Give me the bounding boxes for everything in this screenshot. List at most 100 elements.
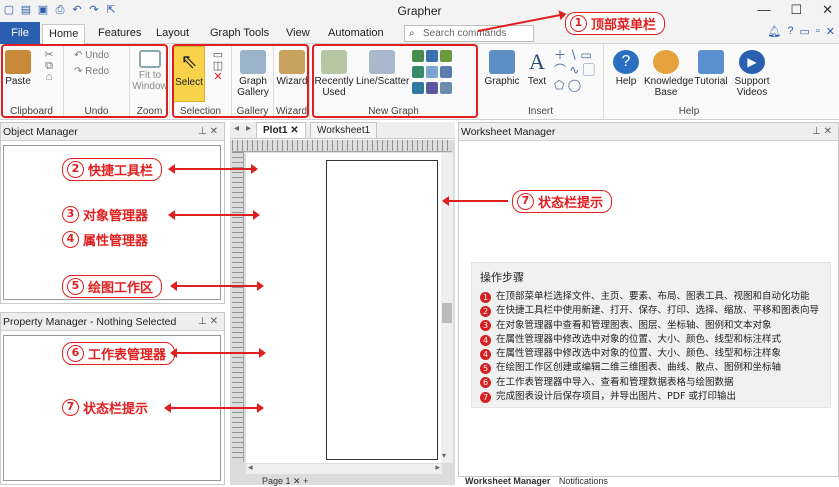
step-text: 在绘图工作区创建或编辑二维三维图表、曲线、散点、图例和坐标轴 xyxy=(496,362,782,374)
horizontal-ruler xyxy=(232,140,452,152)
curve-icon[interactable]: ∿ xyxy=(569,63,579,77)
step-item: 5 在绘图工作区创建或编辑二维三维图表、曲线、散点、图例和坐标轴 xyxy=(480,361,822,375)
step-text: 在快捷工具栏中使用新建、打开、保存、打印、选择、缩放、平移和图表向导 xyxy=(496,305,820,317)
insert-group-label: Insert xyxy=(527,106,553,117)
knowledge-base-button[interactable]: Knowledge Base xyxy=(644,50,693,98)
line-icon[interactable]: ∖ xyxy=(569,48,577,62)
tutorial-label: Tutorial xyxy=(694,76,728,87)
book-icon xyxy=(698,50,724,74)
tab-scroll-right-icon[interactable]: ▸ xyxy=(246,123,251,134)
callout-6-num: 6 xyxy=(67,345,84,362)
callout-7a: 7 状态栏提示 xyxy=(62,398,148,417)
ribbon-minimize-icon[interactable]: ▭ xyxy=(799,25,809,38)
scrollbar-thumb[interactable] xyxy=(442,303,452,323)
title-bar: ▢ ▤ ▣ ⎙ ↶ ↷ ⇱ Grapher — ☐ ✕ xyxy=(0,0,839,22)
step-num: 3 xyxy=(480,320,491,332)
close-doc-icon[interactable]: ✕ xyxy=(826,25,835,38)
help-button[interactable]: ? Help xyxy=(610,50,642,87)
steps-box: 操作步骤 1 在顶部菜单栏选择文件、主页、要素、布局、图表工具、视图和自动化功能 … xyxy=(471,262,831,408)
question-icon: ? xyxy=(613,50,639,74)
tab-graph-tools[interactable]: Graph Tools xyxy=(204,24,275,44)
tab-home[interactable]: Home xyxy=(42,24,86,44)
callout-5-text: 绘图工作区 xyxy=(88,281,154,296)
step-num: 5 xyxy=(480,363,491,375)
highlight-quick-toolbar-mid xyxy=(172,44,309,118)
tab-automation[interactable]: Automation xyxy=(322,24,390,44)
callout-7b-text: 状态栏提示 xyxy=(538,196,604,211)
tutorial-button[interactable]: Tutorial xyxy=(692,50,730,87)
tab-plot1[interactable]: Plot1 ✕ xyxy=(256,122,306,138)
restore-icon[interactable]: ▫ xyxy=(816,25,820,38)
callout-2: 2 快捷工具栏 xyxy=(62,158,163,181)
callout-4-num: 4 xyxy=(62,231,79,248)
plus-icon[interactable]: ＋ xyxy=(554,48,566,62)
callout-1-pill: 1 顶部菜单栏 xyxy=(565,12,666,35)
callout-7b-num: 7 xyxy=(517,193,534,210)
shape-icons: ＋ ∖ ▭ ⌒ ∿ ▢ ⬠ ◯ xyxy=(554,48,600,93)
callout-6-text: 工作表管理器 xyxy=(88,348,167,363)
tab-layout[interactable]: Layout xyxy=(150,24,195,44)
graphic-label: Graphic xyxy=(484,76,520,87)
object-manager-header: Object Manager ⊥ ✕ xyxy=(1,123,224,141)
callout-2-pill: 2 快捷工具栏 xyxy=(62,158,163,181)
window-controls: — ☐ ✕ xyxy=(757,2,833,18)
step-num: 2 xyxy=(480,305,491,317)
highlight-new-graph xyxy=(312,44,478,118)
minimize-button[interactable]: — xyxy=(757,2,770,18)
step-item: 7 完成图表设计后保存项目，并导出图片、PDF 或打印输出 xyxy=(480,390,822,404)
polyline-icon[interactable]: ⌒ xyxy=(554,63,566,77)
step-item: 2 在快捷工具栏中使用新建、打开、保存、打印、选择、缩放、平移和图表向导 xyxy=(480,304,822,318)
help-group-label: Help xyxy=(678,106,700,117)
text-label: Text xyxy=(527,76,547,87)
close-button[interactable]: ✕ xyxy=(822,2,833,18)
step-item: 3 在对象管理器中查看和管理图表、图层、坐标轴、图例和文本对象 xyxy=(480,319,822,333)
rect-icon[interactable]: ▭ xyxy=(580,48,591,62)
scroll-down-icon[interactable]: ▾ xyxy=(442,451,446,460)
page-tab[interactable]: Page 1 ✕ + xyxy=(262,476,308,487)
scroll-right-icon[interactable]: ▸ xyxy=(435,462,440,473)
step-text: 在工作表管理器中导入、查看和管理数据表格与绘图数据 xyxy=(496,376,734,388)
search-placeholder: Search commands xyxy=(423,28,507,39)
tab-worksheet1[interactable]: Worksheet1 xyxy=(310,122,378,138)
pin-close-icon[interactable]: ⊥ ✕ xyxy=(198,313,218,331)
callout-1: 1 顶部菜单栏 xyxy=(565,12,666,35)
search-input[interactable]: ⌕ Search commands xyxy=(404,25,534,42)
scroll-left-icon[interactable]: ◂ xyxy=(248,462,253,473)
step-item: 4 在属性管理器中修改选中对象的位置、大小、颜色、线型和标注样象 xyxy=(480,347,822,361)
help-icon[interactable]: ? xyxy=(787,25,793,38)
callout-2-text: 快捷工具栏 xyxy=(88,164,154,179)
callout-6: 6 工作表管理器 xyxy=(62,342,176,365)
tab-scroll-left-icon[interactable]: ◂ xyxy=(234,123,239,134)
step-num: 6 xyxy=(480,377,491,389)
step-item: 6 在工作表管理器中导入、查看和管理数据表格与绘图数据 xyxy=(480,376,822,390)
callout-7b-pill: 7 状态栏提示 xyxy=(512,190,613,213)
search-icon: ⌕ xyxy=(409,28,415,39)
polygon-icon[interactable]: ⬠ xyxy=(554,78,564,92)
callout-5-num: 5 xyxy=(67,278,84,295)
callout-6-arrow xyxy=(170,348,266,358)
callout-4-text: 属性管理器 xyxy=(83,234,149,249)
support-videos-button[interactable]: ▶ Support Videos xyxy=(732,50,772,98)
pin-close-icon[interactable]: ⊥ ✕ xyxy=(198,123,218,141)
header-right-icons: 🔔︎ ? ▭ ▫ ✕ xyxy=(767,25,835,38)
tab-features[interactable]: Features xyxy=(92,24,147,44)
tab-worksheet1-label: Worksheet1 xyxy=(317,125,371,136)
bell-icon[interactable]: 🔔︎ xyxy=(767,25,781,38)
group-insert: Graphic A Text ＋ ∖ ▭ ⌒ ∿ ▢ ⬠ ◯ Insert xyxy=(478,44,604,120)
help-label: Help xyxy=(615,76,637,87)
highlight-quick-toolbar-left xyxy=(1,44,168,118)
pin-close-icon[interactable]: ⊥ ✕ xyxy=(812,123,832,141)
support-videos-label: Support Videos xyxy=(734,76,770,98)
horizontal-scrollbar[interactable]: ◂ ▸ xyxy=(246,462,442,474)
text-a-icon: A xyxy=(529,49,545,74)
callout-7a-text: 状态栏提示 xyxy=(83,402,149,417)
rounded-rect-icon[interactable]: ▢ xyxy=(583,63,595,77)
text-button[interactable]: A Text xyxy=(524,49,550,88)
callout-3-arrow xyxy=(168,210,260,220)
graphic-button[interactable]: Graphic xyxy=(484,50,520,87)
maximize-button[interactable]: ☐ xyxy=(790,2,802,18)
ellipse-icon[interactable]: ◯ xyxy=(568,78,581,92)
callout-3-num: 3 xyxy=(62,206,79,223)
tab-view[interactable]: View xyxy=(280,24,316,44)
tab-file[interactable]: File xyxy=(0,22,40,44)
